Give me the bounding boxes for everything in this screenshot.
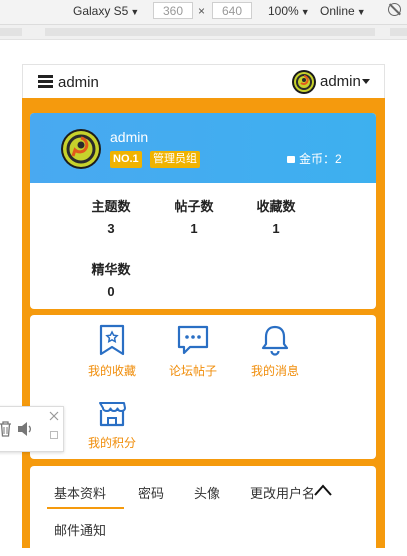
caret-down-icon[interactable] [362, 79, 370, 84]
ruler-segment [0, 28, 22, 36]
speaker-icon[interactable] [17, 421, 35, 437]
devtools-toolbar: Galaxy S5 ▼ 360 × 640 100% ▼ Online ▼ [0, 0, 407, 25]
tab-password[interactable]: 密码 [138, 483, 164, 502]
media-query-bar [0, 25, 407, 40]
floating-audio-widget [0, 406, 64, 452]
brand-label[interactable]: admin [58, 74, 99, 91]
shop-icon [99, 402, 126, 427]
profile-card: admin NO.1 管理员组 金币：2 主题数 3 帖子数 1 收藏数 1 精… [30, 113, 376, 309]
menu-icon[interactable] [38, 75, 53, 88]
link-label: 我的积分 [87, 436, 136, 450]
coins-text: 金币：2 [299, 152, 342, 166]
chat-icon [177, 325, 209, 355]
zoom-select[interactable]: 100% ▼ [268, 4, 310, 18]
bell-icon [261, 325, 289, 356]
link-label: 我的收藏 [87, 364, 136, 378]
link-my-messages[interactable]: 我的消息 [242, 324, 308, 379]
device-name: Galaxy S5 [73, 4, 129, 18]
stat-value: 0 [107, 284, 115, 299]
stat-favorites: 收藏数 1 [246, 196, 306, 236]
caret-down-icon: ▼ [356, 7, 366, 17]
device-viewport: admin admin admin NO.1 管理员组 金币：2 主题数 3 帖… [0, 40, 407, 556]
collapse-up-icon[interactable] [313, 483, 333, 497]
device-select[interactable]: Galaxy S5 ▼ [73, 4, 139, 18]
stat-label: 主题数 [91, 199, 131, 214]
tab-basic-info[interactable]: 基本资料 [54, 483, 106, 502]
disable-cache-icon[interactable] [388, 3, 401, 16]
settings-tabs-card: 基本资料 密码 头像 更改用户名 邮件通知 [30, 466, 376, 556]
viewport-width-input[interactable]: 360 [153, 2, 193, 19]
profile-name: admin [110, 129, 149, 145]
profile-header: admin NO.1 管理员组 金币：2 [30, 113, 376, 183]
trash-icon[interactable] [0, 421, 12, 437]
link-forum-posts[interactable]: 论坛帖子 [160, 324, 226, 379]
stat-posts: 帖子数 1 [164, 196, 224, 236]
coins-display: 金币：2 [287, 150, 342, 167]
ruler-segment [390, 28, 407, 36]
network-value: Online [320, 4, 355, 18]
group-badge: 管理员组 [150, 151, 200, 168]
dimension-separator: × [198, 4, 206, 18]
link-my-points[interactable]: 我的积分 [79, 398, 145, 451]
avatar[interactable] [292, 70, 316, 94]
quick-links-card: 我的收藏 论坛帖子 我的消息 我的积分 [30, 315, 376, 459]
stat-value: 1 [272, 221, 280, 236]
tab-change-username[interactable]: 更改用户名 [250, 483, 315, 502]
top-navbar: admin admin [22, 64, 385, 99]
expand-icon[interactable] [50, 431, 58, 439]
stat-value: 1 [190, 221, 198, 236]
stat-label: 帖子数 [174, 199, 214, 214]
user-menu[interactable]: admin [320, 73, 361, 90]
close-icon[interactable] [49, 411, 59, 421]
stat-value: 3 [107, 221, 115, 236]
tab-email-notify[interactable]: 邮件通知 [54, 520, 106, 539]
stat-topics: 主题数 3 [81, 196, 141, 236]
zoom-value: 100% [268, 4, 299, 18]
profile-avatar [61, 129, 101, 169]
ruler-segment [45, 28, 375, 36]
active-tab-indicator [47, 507, 124, 509]
viewport-height-input[interactable]: 640 [212, 2, 252, 19]
coin-icon [287, 156, 295, 163]
link-label: 我的消息 [250, 364, 299, 378]
stat-label: 精华数 [91, 262, 131, 277]
user-center-panel: admin NO.1 管理员组 金币：2 主题数 3 帖子数 1 收藏数 1 精… [22, 98, 385, 556]
tab-avatar[interactable]: 头像 [194, 483, 220, 502]
link-my-favorites[interactable]: 我的收藏 [79, 324, 145, 379]
stat-essence: 精华数 0 [81, 259, 141, 299]
stat-label: 收藏数 [256, 199, 296, 214]
network-throttle-select[interactable]: Online ▼ [320, 4, 366, 18]
caret-down-icon: ▼ [300, 7, 310, 17]
bookmark-icon [99, 324, 125, 356]
rank-badge: NO.1 [110, 151, 142, 168]
link-label: 论坛帖子 [168, 364, 217, 378]
caret-down-icon: ▼ [130, 7, 140, 17]
